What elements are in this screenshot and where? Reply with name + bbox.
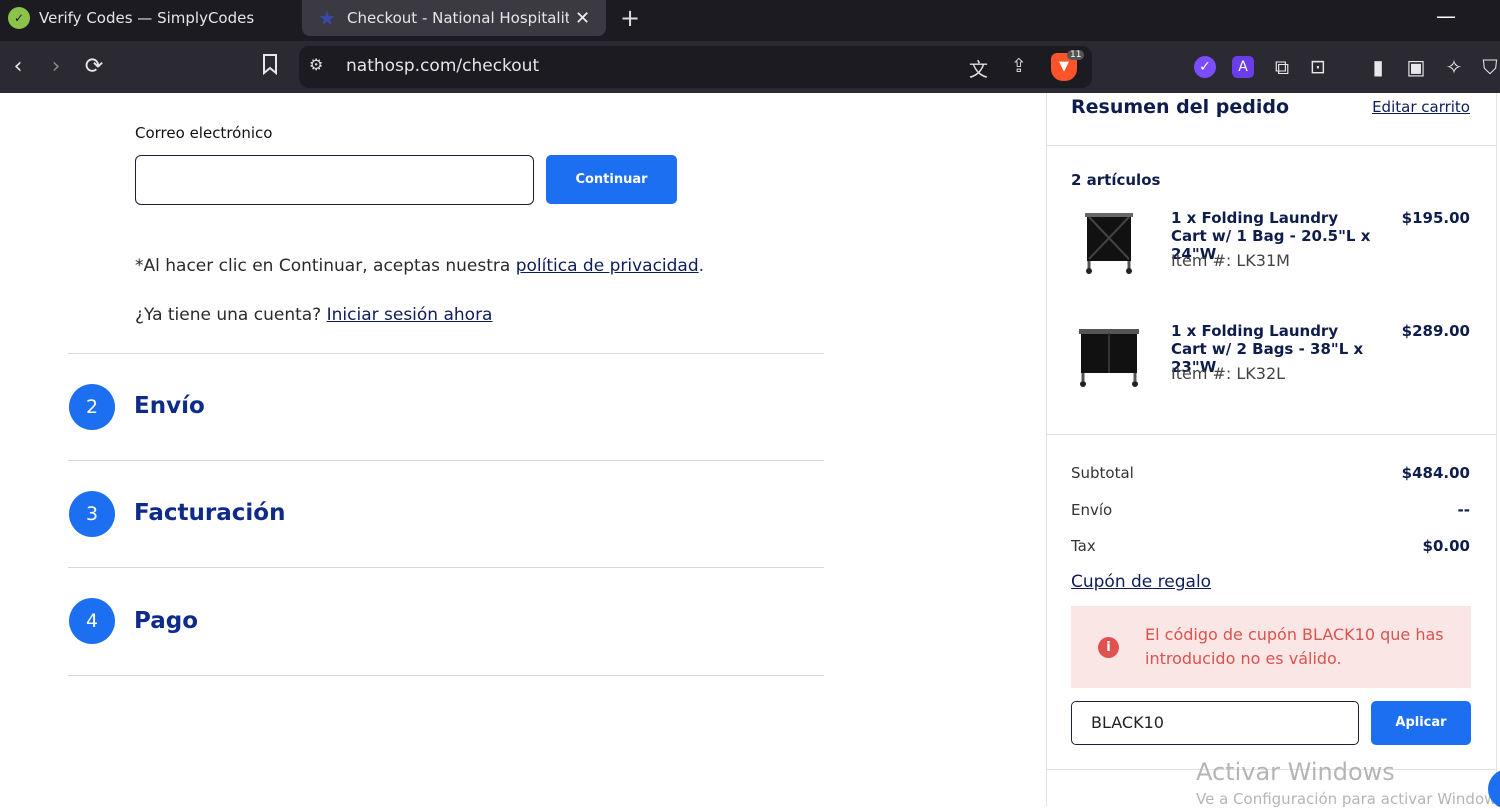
section-divider [68,567,824,568]
reload-icon[interactable]: ⟳ [80,53,108,81]
gift-coupon-link[interactable]: Cupón de regalo [1071,572,1211,592]
close-tab-icon[interactable]: ✕ [575,8,590,29]
info-icon: i [1098,637,1119,658]
email-field[interactable] [135,155,534,205]
simplycodes-icon: ✓ [8,7,30,29]
address-bar[interactable]: ⚙ nathosp.com/checkout 文 ⇪ ▼ 11 [299,46,1092,88]
extension-a-icon[interactable]: A [1232,56,1254,78]
step-number-shipping: 2 [69,384,115,430]
star-icon: ★ [318,6,336,30]
translate-icon[interactable]: 文 [969,55,988,82]
section-divider [68,353,824,354]
bookmark-icon[interactable] [256,53,284,83]
privacy-policy-link[interactable]: política de privacidad [516,256,699,276]
forward-icon[interactable]: › [42,53,70,81]
subtotal-value: $484.00 [1401,464,1470,482]
privacy-prefix: *Al hacer clic en Continuar, aceptas nue… [135,256,516,276]
order-summary-title: Resumen del pedido [1071,96,1290,118]
tab-title: Verify Codes — SimplyCodes [39,9,255,27]
subtotal-label: Subtotal [1071,464,1134,482]
wallet-icon[interactable]: ▣ [1402,53,1430,81]
email-label: Correo electrónico [135,124,273,142]
new-tab-button[interactable]: + [620,4,640,32]
coupon-error-message: El código de cupón BLACK10 que has intro… [1145,625,1444,668]
summary-divider [1047,145,1496,146]
privacy-notice: *Al hacer clic en Continuar, aceptas nue… [135,256,704,276]
browser-tab-bar: ✓ Verify Codes — SimplyCodes ★ Checkout … [0,0,1500,41]
coupon-error-alert: i El código de cupón BLACK10 que has int… [1071,606,1471,688]
step-title-shipping[interactable]: Envío [134,393,205,419]
account-prompt: ¿Ya tiene una cuenta? Iniciar sesión aho… [135,305,492,325]
checkout-page: Correo electrónico Continuar *Al hacer c… [0,93,1500,809]
laundry-cart-1-image [1085,213,1133,274]
order-summary: Resumen del pedido Editar carrito 2 artí… [1046,93,1497,806]
edit-cart-link[interactable]: Editar carrito [1372,98,1470,116]
extension-icon[interactable]: ✓ [1194,56,1216,78]
laundry-cart-2-image [1079,329,1139,387]
step-title-billing[interactable]: Facturación [134,500,285,526]
share-icon[interactable]: ⇪ [1011,55,1027,77]
section-divider [68,460,824,461]
search-tab-icon[interactable]: ⊡ [1304,53,1332,81]
item-count: 2 artículos [1071,171,1161,189]
account-prefix: ¿Ya tiene una cuenta? [135,305,327,325]
tax-value: $0.00 [1422,537,1470,555]
summary-divider [1047,434,1496,435]
site-settings-icon[interactable]: ⚙ [309,55,323,74]
shipping-label: Envío [1071,501,1113,519]
shipping-value: -- [1457,501,1470,519]
step-number-billing: 3 [69,491,115,537]
tab-title: Checkout - National Hospitality S [347,9,569,27]
sidebar-toggle-icon[interactable]: ▮ [1364,53,1392,81]
shield-icon[interactable]: ⛉ [1476,53,1500,81]
continue-button[interactable]: Continuar [546,155,677,204]
tab-simplycodes[interactable]: ✓ Verify Codes — SimplyCodes [0,0,300,36]
back-icon[interactable]: ‹ [4,53,32,81]
windows-watermark-subtitle: Ve a Configuración para activar Windows. [1196,790,1500,808]
windows-watermark-title: Activar Windows [1196,758,1395,786]
coupon-input[interactable]: BLACK10 [1071,701,1359,745]
step-title-payment[interactable]: Pago [134,608,198,634]
minimize-window-button[interactable]: — [1436,4,1456,28]
puzzle-icon[interactable]: ⧉ [1268,53,1296,81]
tax-label: Tax [1071,537,1096,555]
tab-checkout[interactable]: ★ Checkout - National Hospitality S ✕ [302,0,606,36]
apply-coupon-button[interactable]: Aplicar [1371,701,1471,745]
section-divider [68,675,824,676]
step-number-payment: 4 [69,598,115,644]
item-price: $289.00 [1401,322,1470,340]
privacy-suffix: . [698,256,705,276]
brave-badge: 11 [1067,50,1085,60]
sign-in-link[interactable]: Iniciar sesión ahora [327,305,493,325]
item-sku: Item #: LK31M [1171,251,1290,270]
url-text[interactable]: nathosp.com/checkout [346,56,539,76]
sparkle-icon[interactable]: ✧ [1440,53,1468,81]
item-sku: Item #: LK32L [1171,364,1286,383]
item-price: $195.00 [1401,209,1470,227]
